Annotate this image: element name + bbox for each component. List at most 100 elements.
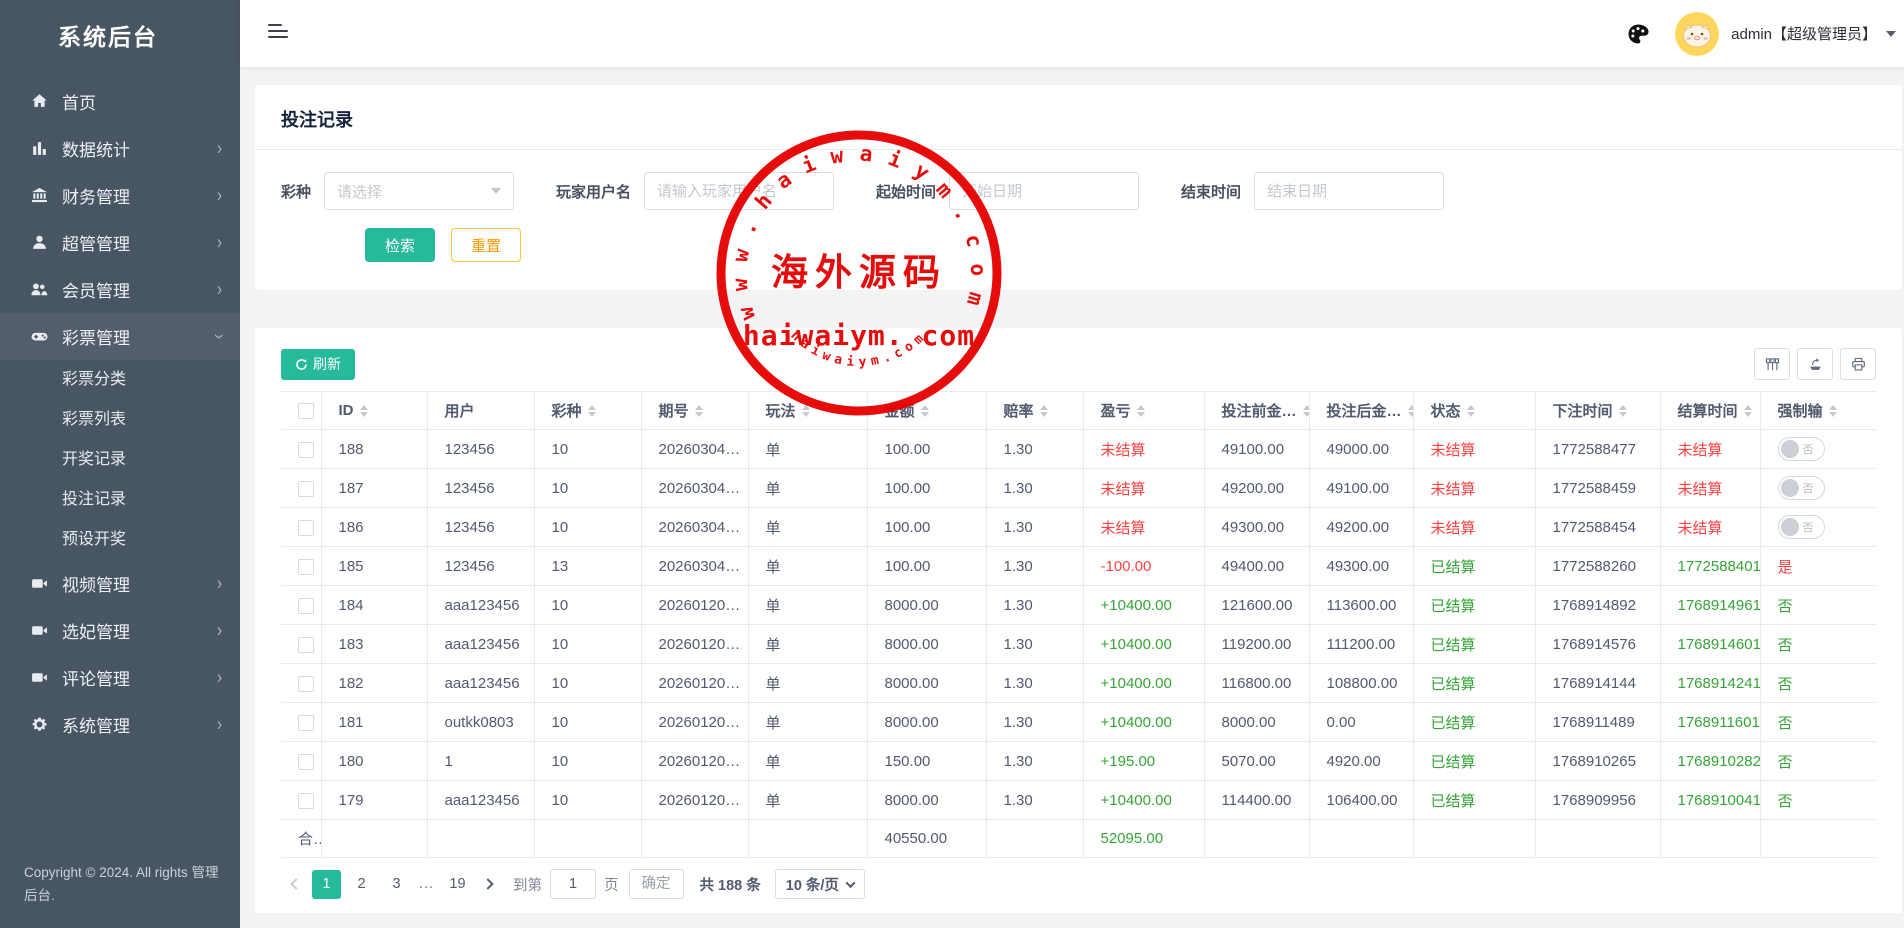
sidebar-subitem-lottery-list[interactable]: 彩票列表 [0, 400, 240, 440]
column-header[interactable]: 状态 [1413, 392, 1535, 430]
row-checkbox[interactable] [298, 793, 314, 809]
end-date-input[interactable] [1254, 172, 1444, 210]
cell: 100.00 [867, 547, 986, 586]
cell: 否 [1760, 508, 1876, 547]
page-ellipsis: … [418, 875, 436, 893]
cell: 1.30 [986, 508, 1083, 547]
cell: 已结算 [1413, 586, 1535, 625]
sidebar-item-system[interactable]: 系统管理› [0, 701, 240, 748]
row-checkbox[interactable] [298, 598, 314, 614]
page-button-2[interactable]: 2 [347, 870, 376, 899]
row-checkbox[interactable] [298, 754, 314, 770]
cell: 119200.00 [1204, 625, 1309, 664]
sidebar-subitem-bet-records[interactable]: 投注记录 [0, 480, 240, 520]
theme-palette-icon[interactable] [1627, 23, 1649, 45]
column-header[interactable]: 结算时间 [1660, 392, 1760, 430]
sidebar-item-video[interactable]: 视频管理› [0, 560, 240, 607]
sidebar-subitem-draw-records[interactable]: 开奖记录 [0, 440, 240, 480]
column-header[interactable]: 赔率 [986, 392, 1083, 430]
cell: 13 [534, 547, 641, 586]
sidebar-item-super-admin[interactable]: 超管管理› [0, 219, 240, 266]
sort-icon[interactable] [1744, 405, 1752, 417]
cell: 114400.00 [1204, 781, 1309, 820]
sort-icon[interactable] [1619, 405, 1627, 417]
sidebar-item-lottery[interactable]: 彩票管理› [0, 313, 240, 360]
column-header[interactable]: ID [321, 392, 427, 430]
page-title: 投注记录 [255, 85, 1902, 149]
columns-icon[interactable] [1754, 348, 1790, 380]
avatar[interactable] [1675, 12, 1719, 56]
sidebar-subitem-lottery-category[interactable]: 彩票分类 [0, 360, 240, 400]
next-page-button[interactable] [475, 870, 501, 898]
cell: 1768914892 [1535, 586, 1660, 625]
row-checkbox[interactable] [298, 481, 314, 497]
row-checkbox[interactable] [298, 442, 314, 458]
force-lose-toggle[interactable]: 否 [1778, 476, 1825, 500]
refresh-button[interactable]: 刷新 [281, 349, 355, 380]
main-area: admin【超级管理员】 投注记录 彩种 请选择 [240, 0, 1904, 928]
row-checkbox[interactable] [298, 559, 314, 575]
sidebar-toggle-icon[interactable] [268, 23, 288, 44]
column-header[interactable]: 金额 [867, 392, 986, 430]
page-button-19[interactable]: 19 [443, 870, 472, 899]
sort-icon[interactable] [1408, 405, 1413, 417]
column-header[interactable]: 投注后金… [1309, 392, 1413, 430]
column-header[interactable]: 期号 [641, 392, 748, 430]
sort-icon[interactable] [1829, 405, 1837, 417]
column-header[interactable]: 盈亏 [1083, 392, 1204, 430]
table-card: 刷新 ID用户彩种期号玩法金额赔率盈亏投注前金…投注后 [255, 328, 1902, 913]
reset-button[interactable]: 重置 [451, 228, 521, 262]
sidebar-item-finance[interactable]: 财务管理› [0, 172, 240, 219]
cell: 49300.00 [1309, 547, 1413, 586]
sort-icon[interactable] [1137, 405, 1145, 417]
cell: 182 [321, 664, 427, 703]
select-all-checkbox[interactable] [298, 403, 314, 419]
goto-confirm-button[interactable]: 确定 [629, 869, 684, 899]
user-name: admin【超级管理员】 [1731, 23, 1877, 44]
sort-icon[interactable] [802, 405, 810, 417]
cell: 100.00 [867, 469, 986, 508]
column-header[interactable]: 玩法 [748, 392, 867, 430]
row-checkbox[interactable] [298, 520, 314, 536]
goto-page-input[interactable] [550, 869, 596, 899]
end-time-field: 结束时间 [1181, 172, 1444, 210]
cell: 未结算 [1660, 430, 1760, 469]
sort-icon[interactable] [921, 405, 929, 417]
column-header[interactable]: 彩种 [534, 392, 641, 430]
sort-icon[interactable] [1303, 405, 1309, 417]
user-menu[interactable]: admin【超级管理员】 [1731, 23, 1896, 44]
sidebar-item-xuanfei[interactable]: 选妃管理› [0, 607, 240, 654]
sidebar-item-members[interactable]: 会员管理› [0, 266, 240, 313]
sort-icon[interactable] [1467, 405, 1475, 417]
header-row: ID用户彩种期号玩法金额赔率盈亏投注前金…投注后金…状态下注时间结算时间强制输 [281, 392, 1876, 430]
page-button-3[interactable]: 3 [382, 870, 411, 899]
column-header[interactable]: 下注时间 [1535, 392, 1660, 430]
username-input[interactable] [644, 172, 834, 210]
row-checkbox[interactable] [298, 676, 314, 692]
sidebar-item-stats[interactable]: 数据统计› [0, 125, 240, 172]
lottery-type-select[interactable]: 请选择 [324, 172, 514, 210]
sort-icon[interactable] [1040, 405, 1048, 417]
prev-page-button[interactable] [283, 870, 309, 898]
start-date-input[interactable] [949, 172, 1139, 210]
per-page-select[interactable]: 10 条/页 [775, 869, 865, 899]
row-checkbox[interactable] [298, 715, 314, 731]
cell: 10 [534, 664, 641, 703]
row-checkbox[interactable] [298, 637, 314, 653]
cell: 100.00 [867, 430, 986, 469]
force-lose-toggle[interactable]: 否 [1778, 515, 1825, 539]
sidebar-item-comments[interactable]: 评论管理› [0, 654, 240, 701]
export-icon[interactable] [1797, 348, 1833, 380]
column-header[interactable]: 强制输 [1760, 392, 1876, 430]
sort-icon[interactable] [695, 405, 703, 417]
page-button-1[interactable]: 1 [312, 870, 341, 899]
sort-icon[interactable] [588, 405, 596, 417]
sidebar-subitem-preset-draw[interactable]: 预设开奖 [0, 520, 240, 560]
search-button[interactable]: 检索 [365, 228, 435, 262]
cell: 8000.00 [867, 625, 986, 664]
sort-icon[interactable] [360, 405, 368, 417]
force-lose-toggle[interactable]: 否 [1778, 437, 1825, 461]
sidebar-item-home[interactable]: 首页 [0, 78, 240, 125]
column-header[interactable]: 投注前金… [1204, 392, 1309, 430]
print-icon[interactable] [1840, 348, 1876, 380]
